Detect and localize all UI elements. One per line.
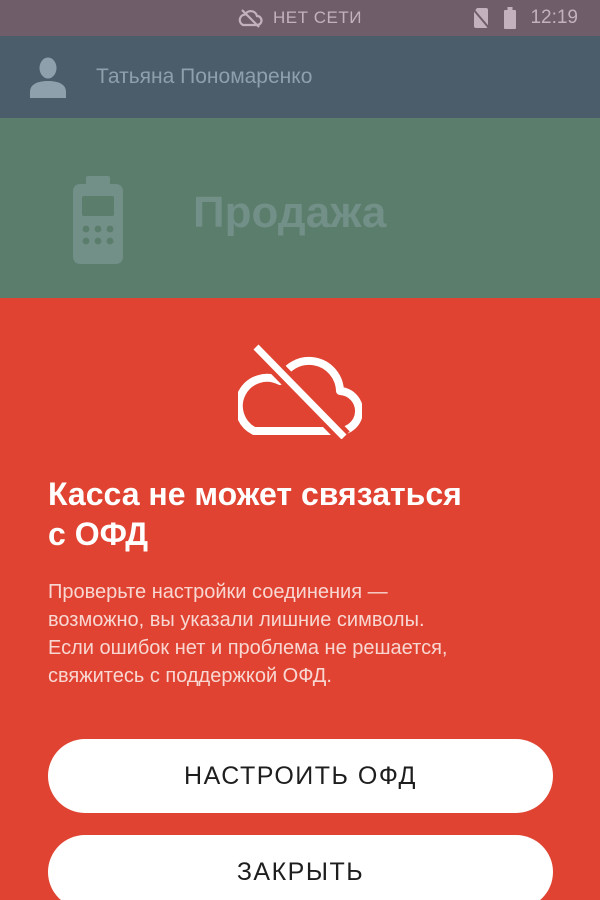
user-bar[interactable]: Татьяна Пономаренко — [0, 36, 600, 118]
user-name: Татьяна Пономаренко — [96, 65, 313, 88]
cloud-off-icon — [238, 343, 362, 439]
dialog-message: Проверьте настройки соединения — возможн… — [48, 578, 568, 690]
status-right: 12:19 — [472, 0, 578, 36]
cloud-off-icon — [238, 9, 263, 28]
dialog-title: Касса не может связаться с ОФД — [48, 474, 568, 554]
no-sim-icon — [472, 8, 491, 29]
close-button[interactable]: ЗАКРЫТЬ — [48, 835, 553, 900]
dialog-message-line: свяжитесь с поддержкой ОФД. — [48, 665, 332, 687]
battery-icon — [504, 7, 517, 29]
user-icon — [30, 57, 66, 98]
error-dialog: Касса не может связаться с ОФД Проверьте… — [0, 298, 600, 900]
network-status-label: НЕТ СЕТИ — [273, 8, 362, 27]
dialog-title-line: Касса не может связаться — [48, 476, 462, 512]
network-status: НЕТ СЕТИ — [237, 0, 362, 36]
dialog-title-line: с ОФД — [48, 516, 149, 552]
dialog-message-line: Проверьте настройки соединения — — [48, 581, 388, 603]
dialog-message-line: возможно, вы указали лишние символы. — [48, 609, 425, 631]
configure-ofd-button[interactable]: НАСТРОИТЬ ОФД — [48, 739, 553, 813]
sale-tile[interactable]: Продажа — [0, 118, 600, 298]
status-time: 12:19 — [530, 7, 578, 28]
sale-label: Продажа — [193, 188, 387, 237]
status-bar: НЕТ СЕТИ 12:19 — [0, 0, 600, 36]
dialog-message-line: Если ошибок нет и проблема не решается, — [48, 637, 448, 659]
pos-terminal-icon — [73, 176, 123, 264]
